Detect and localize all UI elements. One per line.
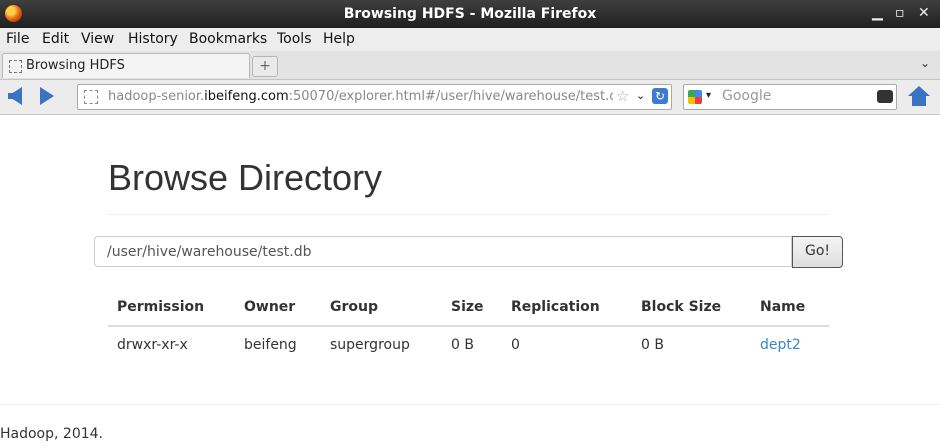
google-engine-icon[interactable] bbox=[688, 90, 702, 104]
title-divider bbox=[108, 214, 829, 215]
menu-bookmarks[interactable]: Bookmarks bbox=[189, 31, 267, 47]
column-name[interactable]: Name bbox=[751, 291, 829, 327]
url-text[interactable]: hadoop-senior.ibeifeng.com:50070/explore… bbox=[108, 89, 613, 104]
binoculars-search-icon[interactable] bbox=[877, 90, 893, 103]
menu-file[interactable]: File bbox=[6, 31, 29, 47]
cell-owner: beifeng bbox=[244, 337, 297, 353]
reload-icon[interactable]: ↻ bbox=[652, 88, 668, 104]
directory-table: Permission Owner Group Size Replication … bbox=[108, 291, 829, 363]
menu-bar: File Edit View History Bookmarks Tools H… bbox=[0, 28, 940, 51]
column-replication[interactable]: Replication bbox=[502, 291, 632, 327]
cell-replication: 0 bbox=[511, 337, 520, 353]
tab-label: Browsing HDFS bbox=[26, 58, 125, 73]
back-arrow-icon[interactable] bbox=[8, 87, 22, 105]
cell-name: dept2 bbox=[751, 326, 829, 363]
menu-view[interactable]: View bbox=[81, 31, 114, 47]
new-tab-button[interactable]: + bbox=[252, 56, 278, 77]
maximize-button[interactable]: ▫ bbox=[895, 5, 905, 21]
footer-text: Hadoop, 2014. bbox=[0, 426, 103, 442]
page-content: Browse Directory Go! Permission Owner Gr… bbox=[0, 115, 940, 446]
menu-tools[interactable]: Tools bbox=[277, 31, 312, 47]
search-bar[interactable]: ▾ Google bbox=[683, 84, 897, 110]
tab-browsing-hdfs[interactable]: Browsing HDFS bbox=[2, 53, 250, 78]
list-all-tabs-icon[interactable]: ⌄ bbox=[920, 56, 930, 70]
address-bar[interactable]: hadoop-senior.ibeifeng.com:50070/explore… bbox=[77, 84, 672, 110]
menu-edit[interactable]: Edit bbox=[42, 31, 69, 47]
table-header-row: Permission Owner Group Size Replication … bbox=[108, 291, 829, 327]
table-row: drwxr-xr-x beifeng supergroup 0 B 0 0 B … bbox=[108, 326, 829, 363]
page-title: Browse Directory bbox=[108, 157, 383, 198]
directory-link-dept2[interactable]: dept2 bbox=[760, 337, 801, 353]
site-identity-icon[interactable] bbox=[84, 90, 98, 104]
page-favicon-icon bbox=[9, 60, 22, 73]
navigation-toolbar: hadoop-senior.ibeifeng.com:50070/explore… bbox=[0, 80, 940, 115]
cell-size: 0 B bbox=[451, 337, 474, 353]
footer-divider bbox=[0, 404, 940, 405]
cell-block-size: 0 B bbox=[641, 337, 664, 353]
search-placeholder[interactable]: Google bbox=[722, 88, 771, 104]
window-titlebar: Browsing HDFS - Mozilla Firefox ▁ ▫ ✕ bbox=[0, 0, 940, 28]
column-block-size[interactable]: Block Size bbox=[632, 291, 751, 327]
search-engine-dropdown-icon[interactable]: ▾ bbox=[706, 90, 711, 101]
url-domain: ibeifeng.com bbox=[204, 89, 289, 104]
window-title: Browsing HDFS - Mozilla Firefox bbox=[343, 6, 597, 22]
forward-arrow-icon[interactable] bbox=[40, 87, 54, 105]
column-owner[interactable]: Owner bbox=[235, 291, 321, 327]
menu-history[interactable]: History bbox=[128, 31, 178, 47]
menu-help[interactable]: Help bbox=[323, 31, 355, 47]
minimize-button[interactable]: ▁ bbox=[872, 5, 883, 21]
tab-bar: Browsing HDFS + ⌄ bbox=[0, 51, 940, 80]
url-history-dropdown-icon[interactable]: ⌄ bbox=[636, 89, 645, 102]
column-size[interactable]: Size bbox=[442, 291, 502, 327]
close-button[interactable]: ✕ bbox=[918, 5, 930, 21]
column-permission[interactable]: Permission bbox=[108, 291, 235, 327]
bookmark-star-icon[interactable]: ☆ bbox=[616, 87, 629, 105]
column-group[interactable]: Group bbox=[321, 291, 442, 327]
url-prefix: hadoop-senior. bbox=[108, 89, 205, 104]
url-rest: :50070/explorer.html#/user/hive/warehous… bbox=[288, 89, 613, 104]
directory-path-input[interactable] bbox=[94, 236, 792, 267]
home-icon[interactable] bbox=[908, 86, 930, 106]
cell-permission: drwxr-xr-x bbox=[117, 337, 188, 353]
go-button[interactable]: Go! bbox=[792, 236, 843, 268]
cell-group: supergroup bbox=[330, 337, 410, 353]
